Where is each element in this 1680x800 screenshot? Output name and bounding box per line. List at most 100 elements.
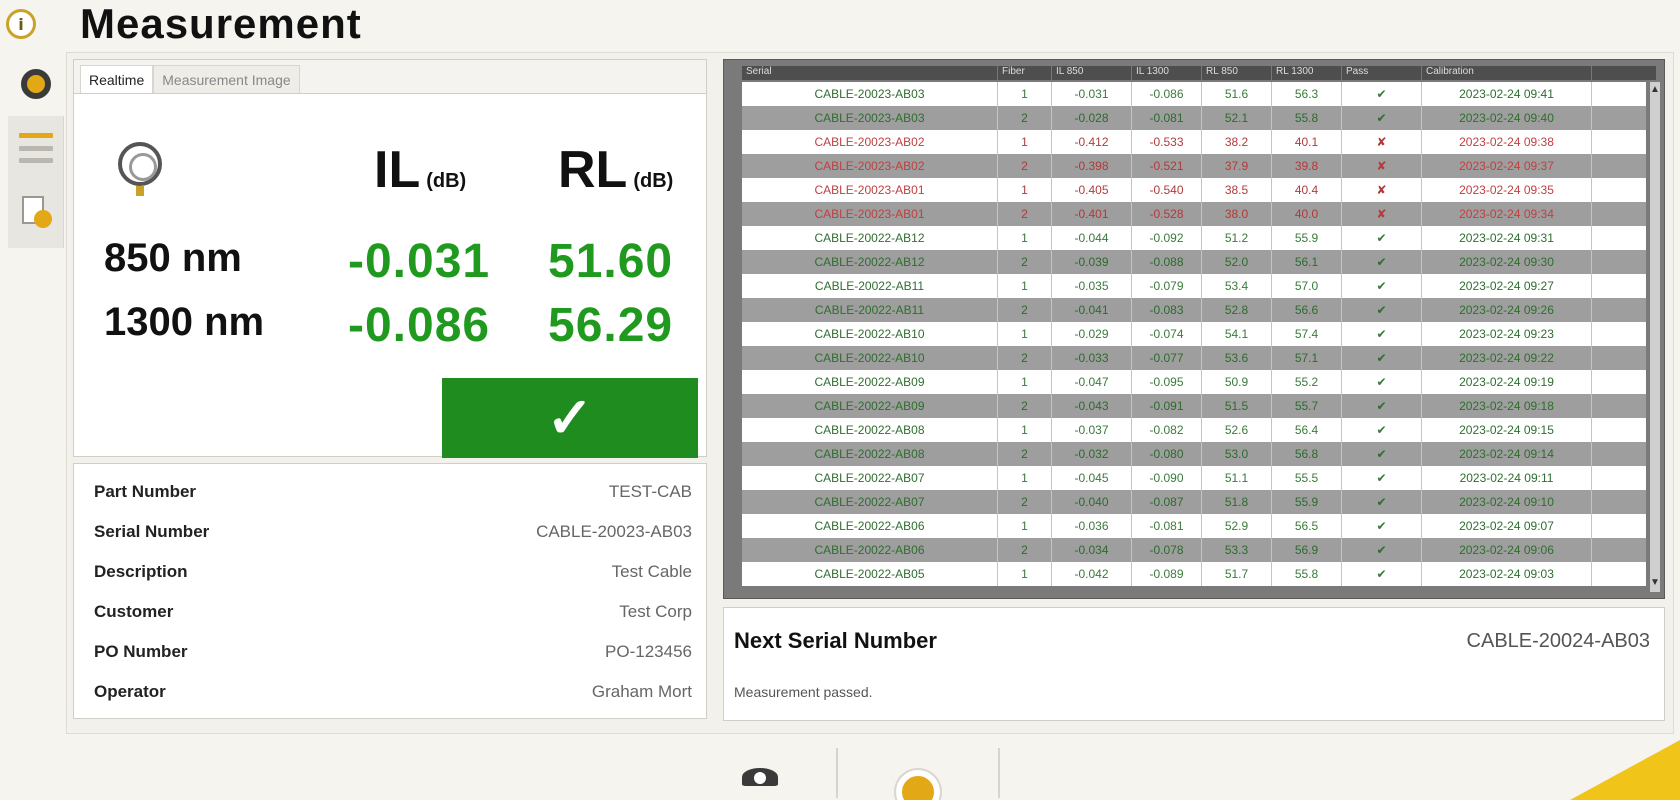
table-cell: CABLE-20022-AB10 (742, 322, 998, 346)
table-cell: 2 (998, 490, 1052, 514)
table-cell: CABLE-20023-AB03 (742, 82, 998, 106)
table-row[interactable]: CABLE-20023-AB03 1 -0.031 -0.086 51.6 56.3 ✔ 20… (742, 82, 1646, 106)
table-cell: -0.039 (1052, 250, 1132, 274)
table-cell: CABLE-20023-AB02 (742, 154, 998, 178)
column-header[interactable]: IL 1300 (1132, 66, 1202, 80)
table-cell: -0.079 (1132, 274, 1202, 298)
table-cell: -0.034 (1052, 538, 1132, 562)
tab-measurement-image[interactable]: Measurement Image (153, 65, 300, 93)
bottom-toolbar (0, 738, 1680, 800)
table-row[interactable]: CABLE-20022-AB05 1 -0.042 -0.089 51.7 55.8 ✔ 20… (742, 562, 1646, 586)
table-cell: 2023-02-24 09:10 (1422, 490, 1592, 514)
table-cell: -0.086 (1132, 82, 1202, 106)
tab-realtime[interactable]: Realtime (80, 65, 154, 93)
table-cell: 52.9 (1202, 514, 1272, 538)
table-row[interactable]: CABLE-20022-AB09 1 -0.047 -0.095 50.9 55.2 ✔ 20… (742, 370, 1646, 394)
table-row[interactable]: CABLE-20022-AB07 2 -0.040 -0.087 51.8 55.9 ✔ 20… (742, 490, 1646, 514)
table-cell: ✔ (1342, 562, 1422, 586)
table-cell: -0.405 (1052, 178, 1132, 202)
table-cell: ✔ (1342, 226, 1422, 250)
rl-value: 51.60 (548, 235, 674, 288)
table-cell: ✔ (1342, 418, 1422, 442)
table-cell: 53.0 (1202, 442, 1272, 466)
table-row[interactable]: CABLE-20022-AB10 1 -0.029 -0.074 54.1 57.4 ✔ 20… (742, 322, 1646, 346)
table-scrollbar[interactable] (1650, 82, 1660, 592)
table-cell: -0.095 (1132, 370, 1202, 394)
info-label: Customer (94, 602, 174, 621)
table-cell: 2 (998, 202, 1052, 226)
il-header: IL (dB) (374, 144, 466, 196)
table-row[interactable]: CABLE-20022-AB06 2 -0.034 -0.078 53.3 56.9 ✔ 20… (742, 538, 1646, 562)
info-row: Operator Graham Mort (94, 672, 692, 712)
rail-item-export[interactable] (8, 180, 64, 244)
column-header[interactable]: IL 850 (1052, 66, 1132, 80)
table-row[interactable]: CABLE-20022-AB07 1 -0.045 -0.090 51.1 55.5 ✔ 20… (742, 466, 1646, 490)
table-row[interactable]: CABLE-20023-AB01 1 -0.405 -0.540 38.5 40.4 ✘ 20… (742, 178, 1646, 202)
table-cell: -0.092 (1132, 226, 1202, 250)
table-cell: 57.0 (1272, 274, 1342, 298)
table-cell: 2023-02-24 09:41 (1422, 82, 1592, 106)
info-label: Operator (94, 682, 166, 701)
table-cell: -0.031 (1052, 82, 1132, 106)
table-cell: -0.528 (1132, 202, 1202, 226)
table-cell: 2 (998, 106, 1052, 130)
column-header[interactable]: Calibration (1422, 66, 1592, 80)
table-row[interactable]: CABLE-20022-AB10 2 -0.033 -0.077 53.6 57.1 ✔ 20… (742, 346, 1646, 370)
table-row[interactable]: CABLE-20023-AB02 1 -0.412 -0.533 38.2 40.1 ✘ 20… (742, 130, 1646, 154)
table-cell: -0.035 (1052, 274, 1132, 298)
table-row[interactable]: CABLE-20022-AB08 2 -0.032 -0.080 53.0 56.8 ✔ 20… (742, 442, 1646, 466)
table-cell: CABLE-20022-AB12 (742, 250, 998, 274)
table-cell: 55.7 (1272, 394, 1342, 418)
column-header[interactable]: Pass (1342, 66, 1422, 80)
main-frame: Realtime Measurement Image IL (dB) RL (dB)… (66, 52, 1674, 734)
rl-header: RL (dB) (558, 144, 673, 196)
column-header[interactable]: RL 850 (1202, 66, 1272, 80)
table-cell: 2 (998, 394, 1052, 418)
column-header[interactable]: Fiber (998, 66, 1052, 80)
table-cell: ✔ (1342, 106, 1422, 130)
table-row[interactable]: CABLE-20022-AB11 2 -0.041 -0.083 52.8 56.6 ✔ 20… (742, 298, 1646, 322)
table-cell: 52.1 (1202, 106, 1272, 130)
il-header-text: IL (374, 141, 421, 199)
table-cell: 2023-02-24 09:38 (1422, 130, 1592, 154)
column-header[interactable]: Serial (742, 66, 998, 80)
table-row[interactable]: CABLE-20023-AB02 2 -0.398 -0.521 37.9 39.8 ✘ 20… (742, 154, 1646, 178)
table-cell: 2023-02-24 09:31 (1422, 226, 1592, 250)
table-cell: 57.1 (1272, 346, 1342, 370)
cable-info-panel: Part Number TEST-CAB Serial Number CABLE-2… (73, 463, 707, 719)
rail-item-results[interactable] (8, 116, 64, 180)
table-cell: CABLE-20022-AB07 (742, 490, 998, 514)
table-cell: 1 (998, 322, 1052, 346)
scroll-down-icon[interactable]: ▼ (1648, 577, 1662, 588)
table-cell: 51.6 (1202, 82, 1272, 106)
eye-icon[interactable] (742, 768, 778, 790)
table-row[interactable]: CABLE-20022-AB12 2 -0.039 -0.088 52.0 56.1 ✔ 20… (742, 250, 1646, 274)
table-cell: 51.5 (1202, 394, 1272, 418)
info-label: PO Number (94, 642, 188, 661)
il-unit: (dB) (426, 170, 467, 192)
table-row[interactable]: CABLE-20022-AB11 1 -0.035 -0.079 53.4 57.0 ✔ 20… (742, 274, 1646, 298)
table-cell: 55.5 (1272, 466, 1342, 490)
table-cell: 38.5 (1202, 178, 1272, 202)
column-header[interactable]: RL 1300 (1272, 66, 1342, 80)
rail-item-measurement[interactable] (8, 52, 64, 116)
info-value: PO-123456 (605, 642, 692, 661)
table-cell: CABLE-20023-AB02 (742, 130, 998, 154)
table-cell: 2023-02-24 09:22 (1422, 346, 1592, 370)
table-row[interactable]: CABLE-20022-AB06 1 -0.036 -0.081 52.9 56.5 ✔ 20… (742, 514, 1646, 538)
table-row[interactable]: CABLE-20023-AB03 2 -0.028 -0.081 52.1 55.8 ✔ 20… (742, 106, 1646, 130)
next-serial-panel: Next Serial Number CABLE-20024-AB03 Meas… (723, 607, 1665, 721)
table-cell: 1 (998, 418, 1052, 442)
table-row[interactable]: CABLE-20023-AB01 2 -0.401 -0.528 38.0 40.0 ✘ 20… (742, 202, 1646, 226)
table-row[interactable]: CABLE-20022-AB08 1 -0.037 -0.082 52.6 56.4 ✔ 20… (742, 418, 1646, 442)
table-row[interactable]: CABLE-20022-AB12 1 -0.044 -0.092 51.2 55.9 ✔ 20… (742, 226, 1646, 250)
title-bar: i Measurement (0, 0, 1680, 48)
table-cell: -0.090 (1132, 466, 1202, 490)
scroll-up-icon[interactable]: ▲ (1648, 84, 1662, 95)
info-row: Customer Test Corp (94, 592, 692, 632)
table-cell: -0.045 (1052, 466, 1132, 490)
table-cell: 55.8 (1272, 562, 1342, 586)
table-row[interactable]: CABLE-20022-AB09 2 -0.043 -0.091 51.5 55.7 ✔ 20… (742, 394, 1646, 418)
rl-value: 56.29 (548, 299, 674, 352)
connector-icon (114, 142, 166, 202)
